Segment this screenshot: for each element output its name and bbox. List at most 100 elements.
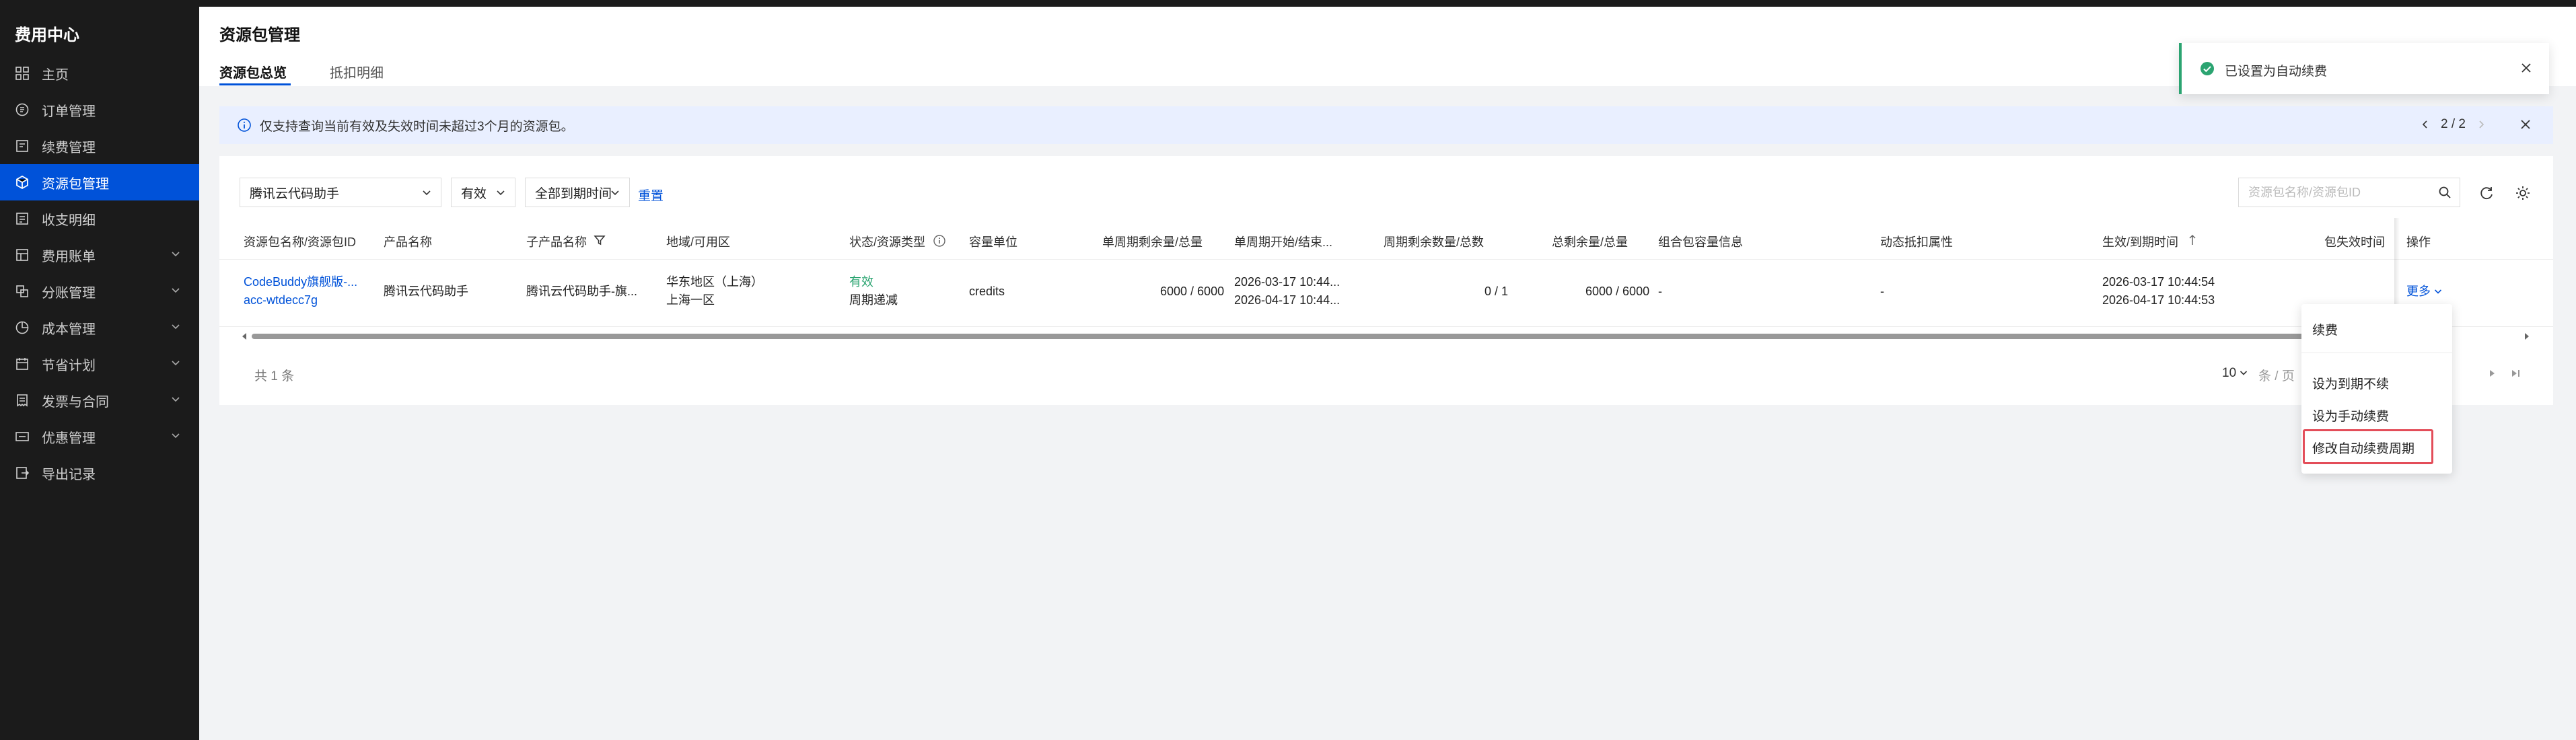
chevron-left-icon[interactable] [2421,120,2430,129]
scroll-left-icon[interactable] [241,332,248,340]
chevron-down-icon [423,190,431,196]
search-icon[interactable] [2438,186,2452,199]
more-actions-button[interactable]: 更多 [2406,283,2442,301]
refresh-icon[interactable] [2478,184,2495,202]
column-header: 资源包名称/资源包ID [244,235,357,249]
column-header: 容量单位 [969,235,1017,249]
sidebar-item-savings-plan[interactable]: 节省计划 [0,346,199,382]
sidebar-item-label: 导出记录 [42,467,96,482]
dynamic-attr: - [1880,285,1884,298]
search-input[interactable]: 资源包名称/资源包ID [2238,178,2460,207]
sidebar-item-label: 节省计划 [42,358,96,373]
coupon-icon [15,429,30,444]
reset-button[interactable]: 重置 [638,186,664,204]
sidebar-item-home[interactable]: 主页 [0,55,199,91]
table-row: CodeBuddy旗舰版-... acc-wtdecc7g 腾讯云代码助手 腾讯… [219,260,2553,327]
region: 华东地区（上海） [666,275,763,289]
renew-icon [15,139,30,153]
sidebar-item-bills[interactable]: 费用账单 [0,237,199,273]
chevron-down-icon [497,190,505,196]
page-size-value: 10 [2222,366,2237,380]
main-content: 资源包管理 资源包总览 抵扣明细 仅支持查询当前有效及失效时间未超过3个月的资源… [199,7,2576,740]
gear-icon[interactable] [2514,184,2532,202]
combo-info: - [1658,285,1662,298]
menu-item-modify-auto-renew-period[interactable]: 修改自动续费周期 [2312,439,2414,457]
last-page-icon[interactable] [2510,369,2521,378]
sidebar-item-label: 费用账单 [42,249,96,264]
more-actions-menu: 续费 设为到期不续 设为手动续费 修改自动续费周期 [2301,304,2452,474]
page-size-select[interactable]: 10 [2222,366,2248,381]
horizontal-scrollbar[interactable] [219,328,2553,343]
status-select-value: 有效 [461,186,487,201]
cycle-start: 2026-03-17 10:44... [1234,275,1340,289]
zone: 上海一区 [666,293,715,307]
filter-icon[interactable] [594,234,606,246]
sidebar-item-orders[interactable]: 订单管理 [0,91,199,128]
sidebar-item-packages[interactable]: 资源包管理 [0,164,199,200]
package-name-link[interactable]: CodeBuddy旗舰版-... [244,273,357,291]
tab-deduction-details[interactable]: 抵扣明细 [330,62,384,81]
top-bar [0,0,2576,7]
resource-type: 周期递减 [849,293,898,307]
chevron-down-icon [172,361,180,366]
sidebar-item-split[interactable]: 分账管理 [0,273,199,309]
app-title: 费用中心 [15,26,79,44]
close-icon[interactable] [2519,61,2533,75]
package-id-link[interactable]: acc-wtdecc7g [244,291,357,309]
column-header: 生效/到期时间 [2102,235,2179,249]
period-count: 0 / 1 [1484,285,1509,298]
menu-item-renew[interactable]: 续费 [2312,320,2338,338]
product-select[interactable]: 腾讯云代码助手 [240,178,441,207]
sidebar: 费用中心 主页 订单管理 续费管理 资源包管理 收支明细 费用账单 分账管理 成… [0,7,199,740]
close-icon[interactable] [2518,117,2533,132]
sidebar-item-label: 成本管理 [42,322,96,337]
info-icon[interactable] [933,234,946,248]
info-icon [238,118,251,132]
column-header: 产品名称 [384,235,432,249]
sidebar-item-ledger[interactable]: 收支明细 [0,200,199,237]
column-header: 组合包容量信息 [1658,235,1743,249]
search-placeholder: 资源包名称/资源包ID [2248,186,2361,199]
notice-text: 仅支持查询当前有效及失效时间未超过3个月的资源包。 [260,119,574,134]
cycle-end: 2026-04-17 10:44... [1234,293,1340,307]
sidebar-item-label: 订单管理 [42,104,96,119]
split-icon [15,284,30,299]
tab-underline [219,83,291,85]
chevron-down-icon [172,252,180,257]
chevron-right-icon[interactable] [2476,120,2486,129]
page-title: 资源包管理 [219,26,300,44]
sidebar-item-coupons[interactable]: 优惠管理 [0,418,199,455]
scroll-right-icon[interactable] [2524,332,2530,340]
status-select[interactable]: 有效 [451,178,515,207]
menu-item-no-renew[interactable]: 设为到期不续 [2312,374,2389,392]
column-header: 子产品名称 [526,235,587,249]
column-header: 单周期开始/结束... [1234,235,1333,249]
sidebar-item-invoices[interactable]: 发票与合同 [0,382,199,418]
column-header: 操作 [2406,235,2431,249]
chevron-down-icon [172,324,180,330]
grid-icon [15,66,30,81]
sidebar-item-renewal[interactable]: 续费管理 [0,128,199,164]
expiry-select[interactable]: 全部到期时间 [525,178,630,207]
sort-icon[interactable] [2187,234,2198,246]
notice-pager: 2 / 2 [2421,117,2486,132]
effective-time: 2026-03-17 10:44:54 [2102,275,2215,289]
cycle-remaining: 6000 / 6000 [1160,285,1225,298]
package-icon [15,175,30,190]
sidebar-item-cost[interactable]: 成本管理 [0,309,199,346]
sidebar-item-label: 主页 [42,67,69,83]
sidebar-item-export[interactable]: 导出记录 [0,455,199,491]
status-badge: 有效 [849,275,873,289]
subproduct-name: 腾讯云代码助手-旗... [526,285,637,298]
export-icon [15,466,30,480]
scrollbar-thumb[interactable] [252,334,2398,339]
product-name: 腾讯云代码助手 [384,285,468,298]
chevron-down-icon [2240,371,2248,375]
tab-overview[interactable]: 资源包总览 [219,62,287,81]
chevron-down-icon [611,190,619,196]
sidebar-item-label: 优惠管理 [42,431,96,446]
next-page-icon[interactable] [2487,369,2497,378]
column-header: 状态/资源类型 [849,235,926,249]
menu-item-manual-renew[interactable]: 设为手动续费 [2312,406,2389,424]
column-header: 周期剩余数量/总数 [1384,235,1484,249]
